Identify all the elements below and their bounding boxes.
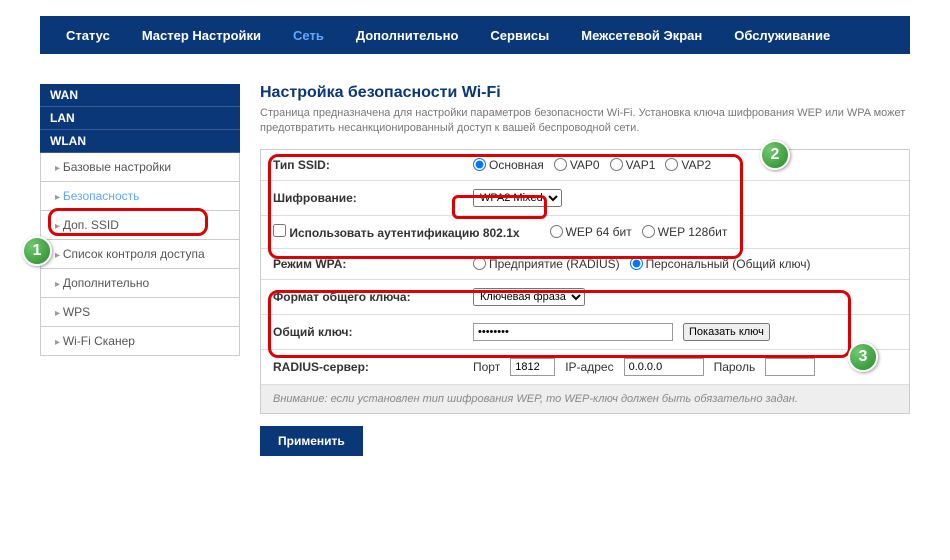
- nav-wizard[interactable]: Мастер Настройки: [126, 16, 277, 54]
- auth-checkbox[interactable]: [273, 224, 286, 237]
- sidebar: WAN LAN WLAN Базовые настройки Безопасно…: [40, 84, 240, 456]
- sidebar-item-ssid[interactable]: Доп. SSID: [40, 211, 240, 240]
- badge-3: 3: [848, 342, 878, 372]
- wep128-opt[interactable]: WEP 128бит: [642, 225, 728, 239]
- ssid-opt-vap1[interactable]: VAP1: [610, 158, 656, 172]
- show-key-button[interactable]: Показать ключ: [683, 323, 770, 341]
- ssid-radio-vap1[interactable]: [610, 158, 623, 171]
- ssid-radio-main[interactable]: [473, 158, 486, 171]
- sidebar-item-security[interactable]: Безопасность: [40, 182, 240, 211]
- wep64-opt[interactable]: WEP 64 бит: [550, 225, 632, 239]
- page-desc: Страница предназначена для настройки пар…: [260, 106, 910, 137]
- top-nav: Статус Мастер Настройки Сеть Дополнитель…: [40, 16, 910, 54]
- sidebar-item-advanced[interactable]: Дополнительно: [40, 269, 240, 298]
- key-input[interactable]: [473, 323, 673, 341]
- nav-advanced[interactable]: Дополнительно: [340, 16, 475, 54]
- ssid-radio-vap2[interactable]: [665, 158, 678, 171]
- wpa-personal-opt[interactable]: Персональный (Общий ключ): [630, 257, 811, 271]
- page-title: Настройка безопасности Wi-Fi: [260, 84, 910, 102]
- nav-firewall[interactable]: Межсетевой Экран: [565, 16, 718, 54]
- keyfmt-label: Формат общего ключа:: [273, 290, 473, 304]
- wpa-enterprise-opt[interactable]: Предприятие (RADIUS): [473, 257, 620, 271]
- radius-port-input[interactable]: [510, 358, 555, 376]
- sidebar-item-basic[interactable]: Базовые настройки: [40, 153, 240, 182]
- badge-2: 2: [760, 140, 790, 170]
- nav-network[interactable]: Сеть: [277, 16, 340, 54]
- enc-select[interactable]: WPA2 Mixed: [473, 189, 562, 207]
- radius-label: RADIUS-сервер:: [273, 360, 473, 374]
- sidebar-item-wps[interactable]: WPS: [40, 298, 240, 327]
- nav-status[interactable]: Статус: [50, 16, 126, 54]
- wep64-radio[interactable]: [550, 225, 563, 238]
- sidebar-header-lan[interactable]: LAN: [40, 107, 240, 130]
- enc-label: Шифрование:: [273, 191, 473, 205]
- nav-maintenance[interactable]: Обслуживание: [718, 16, 846, 54]
- radius-pwd-input[interactable]: [765, 358, 815, 376]
- sidebar-item-acl[interactable]: Список контроля доступа: [40, 240, 240, 269]
- ssid-opt-vap2[interactable]: VAP2: [665, 158, 711, 172]
- auth-8021x[interactable]: Использовать аутентификацию 802.1x: [273, 224, 520, 240]
- radius-ip-label: IP-адрес: [565, 360, 613, 374]
- ssid-opt-main[interactable]: Основная: [473, 158, 544, 172]
- sidebar-header-wlan[interactable]: WLAN: [40, 130, 240, 153]
- radius-port-label: Порт: [473, 360, 500, 374]
- wpa-personal-radio[interactable]: [630, 257, 643, 270]
- apply-button[interactable]: Применить: [260, 426, 363, 456]
- radius-pwd-label: Пароль: [714, 360, 756, 374]
- nav-services[interactable]: Сервисы: [474, 16, 565, 54]
- wpa-mode-label: Режим WPA:: [273, 257, 473, 271]
- badge-1: 1: [22, 236, 52, 266]
- key-label: Общий ключ:: [273, 325, 473, 339]
- wpa-enterprise-radio[interactable]: [473, 257, 486, 270]
- keyfmt-select[interactable]: Ключевая фраза: [473, 288, 585, 306]
- sidebar-header-wan[interactable]: WAN: [40, 84, 240, 107]
- wep-note: Внимание: если установлен тип шифрования…: [261, 385, 909, 413]
- ssid-radio-vap0[interactable]: [554, 158, 567, 171]
- radius-ip-input[interactable]: [624, 358, 704, 376]
- sidebar-item-scanner[interactable]: Wi-Fi Сканер: [40, 327, 240, 356]
- ssid-label: Тип SSID:: [273, 158, 473, 172]
- settings-form: Тип SSID: Основная VAP0 VAP1 VAP2 Шифров…: [260, 149, 910, 414]
- wep128-radio[interactable]: [642, 225, 655, 238]
- ssid-opt-vap0[interactable]: VAP0: [554, 158, 600, 172]
